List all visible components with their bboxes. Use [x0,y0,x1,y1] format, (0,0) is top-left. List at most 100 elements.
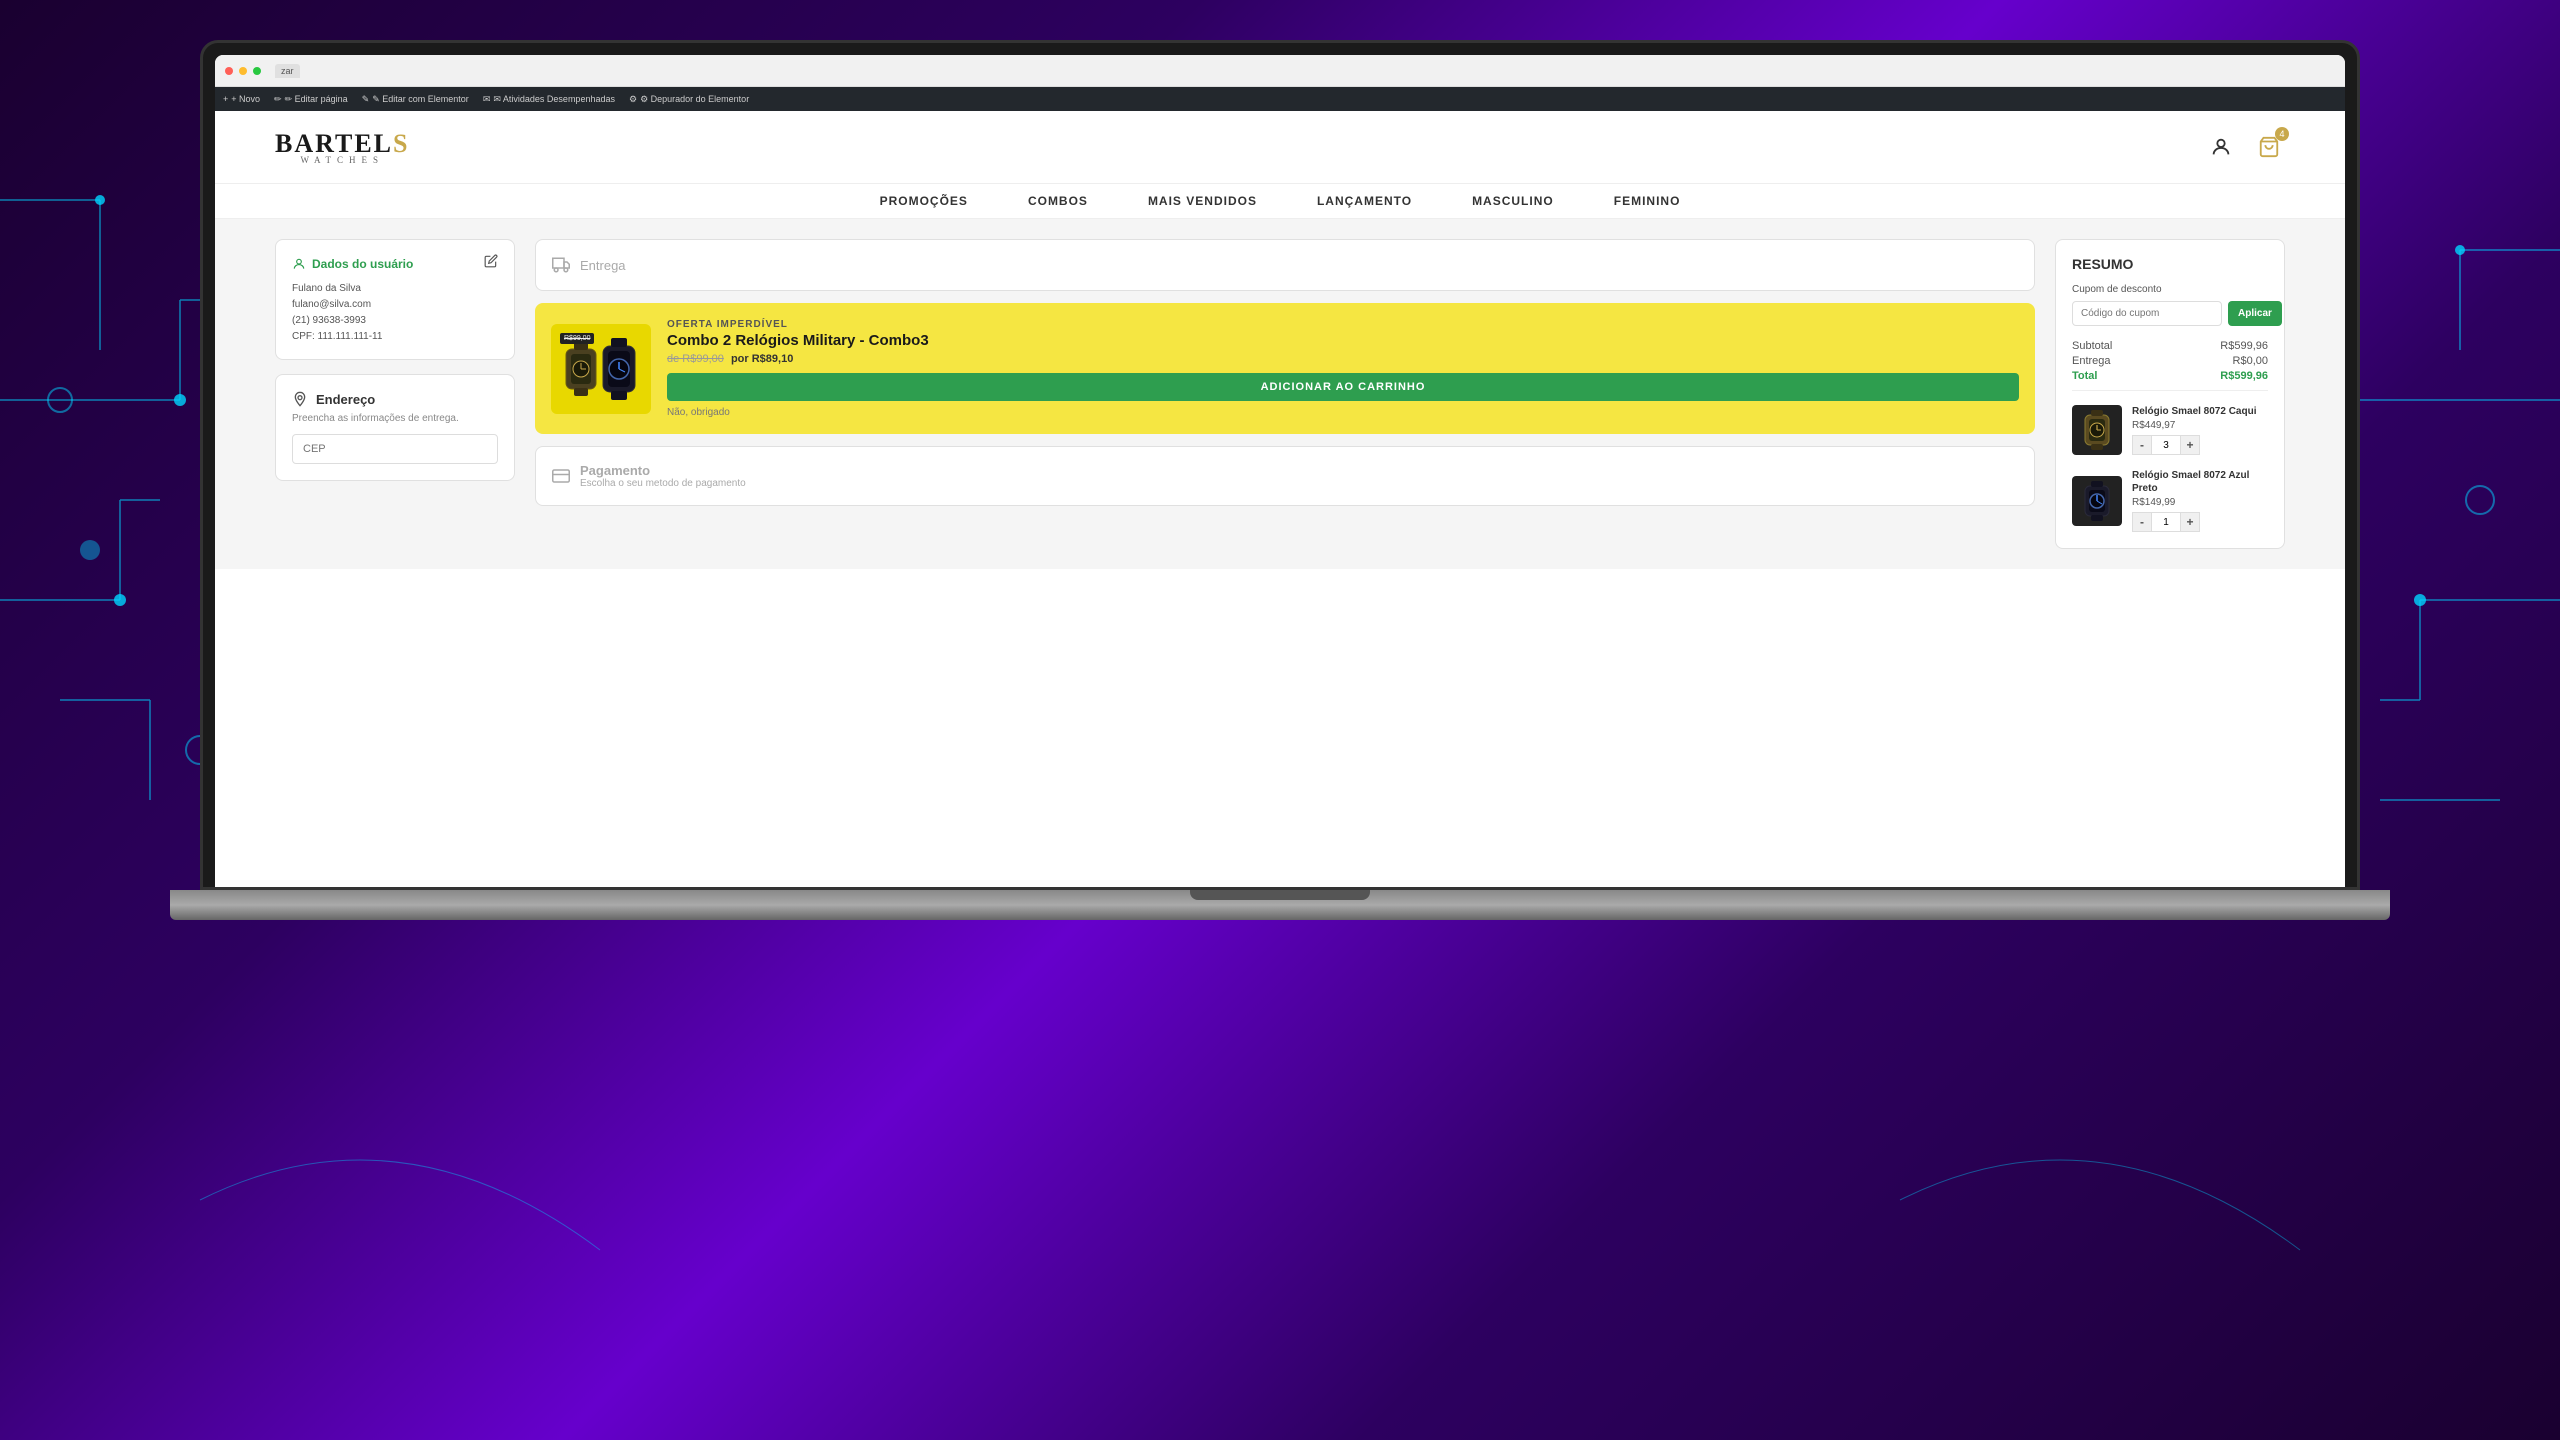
user-info: Fulano da Silva fulano@silva.com (21) 93… [292,281,498,345]
browser-minimize-dot [239,67,247,75]
admin-bar: + + Novo ✏ ✏ Editar página ✎ ✎ Editar co… [215,87,2345,111]
browser-bar: zar [215,55,2345,87]
cart-item-2-info: Relógio Smael 8072 Azul Preto R$149,99 -… [2132,469,2268,532]
admin-bar-item-editar[interactable]: ✏ ✏ Editar página [274,94,348,105]
browser-maximize-dot [253,67,261,75]
watch-caqui-icon [2077,410,2117,450]
address-subtitle: Preencha as informações de entrega. [292,413,498,424]
laptop-base [170,890,2390,920]
delivery-label: Entrega [580,258,626,273]
user-card-title: Dados do usuário [292,257,413,271]
cart-item-1-image [2072,405,2122,455]
payment-subtitle: Escolha o seu metodo de pagamento [580,478,746,489]
promo-old-price: de R$99,00 [667,353,724,365]
cart-item-1-name: Relógio Smael 8072 Caqui [2132,405,2268,418]
nav-item-combos[interactable]: COMBOS [1028,194,1088,208]
admin-bar-item-depurador[interactable]: ⚙ ⚙ Depurador do Elementor [629,94,749,105]
nav-item-promocoes[interactable]: PROMOÇÕES [880,194,968,208]
nav-item-feminino[interactable]: FEMININO [1614,194,1681,208]
entrega-value: R$0,00 [2233,355,2268,367]
nav-item-masculino[interactable]: MASCULINO [1472,194,1554,208]
user-phone: (21) 93638-3993 [292,313,498,329]
coupon-label: Cupom de desconto [2072,284,2268,295]
payment-section: Pagamento Escolha o seu metodo de pagame… [535,446,2035,506]
qty-value-1: 3 [2152,435,2180,455]
admin-bar-item-atividades[interactable]: ✉ ✉ Atividades Desempenhadas [483,94,615,105]
logo-accent: S [393,129,409,158]
subtotal-row: Subtotal R$599,96 [2072,340,2268,352]
delivery-section: Entrega [535,239,2035,291]
subtotal-value: R$599,96 [2220,340,2268,352]
promo-pricing: de R$99,00 por R$89,10 [667,353,2019,365]
promo-image: R$99,00 [551,324,651,414]
nav-item-lancamento[interactable]: LANÇAMENTO [1317,194,1412,208]
add-to-cart-button[interactable]: ADICIONAR AO CARRINHO [667,373,2019,401]
admin-bar-item-novo[interactable]: + + Novo [223,94,260,104]
subtotal-label: Subtotal [2072,340,2112,352]
promo-price-tag: R$99,00 [560,333,594,344]
main-content: Dados do usuário Fulano [215,219,2345,569]
left-panel: Dados do usuário Fulano [275,239,515,549]
qty-increase-1[interactable]: + [2180,435,2200,455]
browser-tab[interactable]: zar [275,64,300,78]
watch-azul-icon [2077,481,2117,521]
payment-info: Pagamento Escolha o seu metodo de pagame… [580,463,746,489]
promo-title: Combo 2 Relógios Military - Combo3 [667,332,2019,349]
promo-tag: OFERTA IMPERDÍVEL [667,319,2019,330]
qty-increase-2[interactable]: + [2180,512,2200,532]
user-card: Dados do usuário Fulano [275,239,515,360]
payment-icon [552,467,570,485]
user-name: Fulano da Silva [292,281,498,297]
promo-banner: R$99,00 [535,303,2035,434]
cep-input[interactable] [292,434,498,464]
total-value: R$599,96 [2220,370,2268,382]
account-icon[interactable] [2205,131,2237,163]
promo-info: OFERTA IMPERDÍVEL Combo 2 Relógios Milit… [667,319,2019,418]
logo: BARTELS WATCHES [275,129,409,165]
browser-close-dot [225,67,233,75]
watch-illustration [561,334,641,404]
address-card: Endereço Preencha as informações de entr… [275,374,515,481]
cart-icon[interactable]: 4 [2253,131,2285,163]
admin-bar-item-elementor[interactable]: ✎ ✎ Editar com Elementor [362,94,469,105]
address-card-header: Endereço [292,391,498,407]
user-email: fulano@silva.com [292,297,498,313]
cart-badge: 4 [2275,127,2289,141]
cart-item-1-info: Relógio Smael 8072 Caqui R$449,97 - 3 + [2132,405,2268,455]
total-label: Total [2072,370,2097,382]
qty-value-2: 1 [2152,512,2180,532]
coupon-row: Aplicar [2072,301,2268,326]
user-card-title-text: Dados do usuário [312,257,413,271]
promo-decline[interactable]: Não, obrigado [667,407,2019,418]
resumo-title: RESUMO [2072,256,2268,272]
site-header: BARTELS WATCHES [215,111,2345,184]
cart-item-2-price: R$149,99 [2132,497,2268,508]
nav-item-mais-vendidos[interactable]: MAIS VENDIDOS [1148,194,1257,208]
cart-item-2-name: Relógio Smael 8072 Azul Preto [2132,469,2268,495]
resumo-card: RESUMO Cupom de desconto Aplicar Subtota… [2055,239,2285,549]
qty-control-2: - 1 + [2132,512,2268,532]
user-card-header: Dados do usuário [292,254,498,273]
promo-new-price: por R$89,10 [731,353,793,365]
address-title: Endereço [316,392,375,407]
user-icon [292,257,306,271]
laptop-notch [1190,890,1370,900]
edit-icon[interactable] [484,254,498,273]
header-icons: 4 [2205,131,2285,163]
website-content: BARTELS WATCHES [215,111,2345,887]
payment-label: Pagamento [580,463,746,478]
coupon-input[interactable] [2072,301,2222,326]
user-cpf: CPF: 111.111.111-11 [292,329,498,345]
cart-item-1: Relógio Smael 8072 Caqui R$449,97 - 3 + [2072,405,2268,455]
cart-item-1-price: R$449,97 [2132,420,2268,431]
cart-item-2-image [2072,476,2122,526]
qty-control-1: - 3 + [2132,435,2268,455]
total-row: Total R$599,96 [2072,370,2268,382]
apply-coupon-button[interactable]: Aplicar [2228,301,2282,326]
qty-decrease-1[interactable]: - [2132,435,2152,455]
qty-decrease-2[interactable]: - [2132,512,2152,532]
delivery-icon [552,256,570,274]
logo-subtitle: WATCHES [275,155,409,165]
cart-item-2: Relógio Smael 8072 Azul Preto R$149,99 -… [2072,469,2268,532]
entrega-label: Entrega [2072,355,2111,367]
